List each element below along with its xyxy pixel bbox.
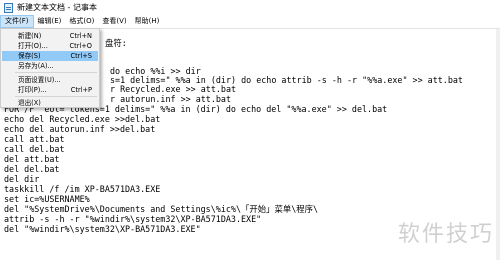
file-menu-dropdown: 新建(N) Ctrl+N 打开(O)... Ctrl+O 保存(S) Ctrl+… xyxy=(0,28,100,108)
menu-item-page-setup[interactable]: 页面设置(U)... xyxy=(2,75,98,85)
menu-item-shortcut xyxy=(92,61,98,71)
menu-file[interactable]: 文件(F) xyxy=(0,15,34,28)
editor-line: del att.bat xyxy=(4,154,60,164)
editor-line: taskkill /f /im XP-BA571DA3.EXE xyxy=(4,184,161,194)
menu-help[interactable]: 帮助(H) xyxy=(131,15,164,28)
menu-item-new[interactable]: 新建(N) Ctrl+N xyxy=(2,31,98,41)
menu-item-label: 另存为(A)... xyxy=(18,62,54,70)
menu-item-shortcut: Ctrl+O xyxy=(69,42,92,50)
editor-line: echo del autorun.inf >>del.bat xyxy=(4,124,156,134)
menu-item-save[interactable]: 保存(S) Ctrl+S xyxy=(2,51,98,61)
menu-view[interactable]: 查看(V) xyxy=(98,15,130,28)
menu-item-shortcut xyxy=(92,75,98,85)
menu-item-label: 页面设置(U)... xyxy=(18,76,61,84)
editor-line: r Recycled.exe >> att.bat xyxy=(110,84,237,94)
menu-item-label: 退出(X) xyxy=(18,99,41,107)
menu-separator xyxy=(15,96,97,97)
watermark: 软件技巧 xyxy=(397,222,494,247)
editor-line: set ic=%USERNAME% xyxy=(4,194,90,204)
menu-item-shortcut: Ctrl+S xyxy=(70,52,92,60)
vertical-scrollbar[interactable] xyxy=(496,29,500,260)
menu-edit[interactable]: 编辑(E) xyxy=(34,15,66,28)
editor-line: del "%windir%\system32\XP-BA571DA3.EXE" xyxy=(4,224,201,234)
menu-item-label: 保存(S) xyxy=(18,52,41,60)
menu-item-shortcut: Ctrl+P xyxy=(70,86,92,94)
menu-item-print[interactable]: 打印(P)... Ctrl+P xyxy=(2,85,98,95)
editor-line: call del.bat xyxy=(4,144,65,154)
menu-item-label: 新建(N) xyxy=(18,32,42,40)
menu-item-shortcut: Ctrl+N xyxy=(69,32,92,40)
menu-item-shortcut xyxy=(92,98,98,108)
notepad-icon xyxy=(4,2,13,13)
menu-item-save-as[interactable]: 另存为(A)... xyxy=(2,61,98,71)
window-title: 新建文本文档 - 记事本 xyxy=(17,3,97,12)
menu-item-label: 打印(P)... xyxy=(18,86,47,94)
editor-line: del dir xyxy=(4,174,40,184)
editor-line: 盘符: xyxy=(105,38,127,48)
editor-line: del "%SystemDrive%\Documents and Setting… xyxy=(4,204,319,214)
menu-format[interactable]: 格式(O) xyxy=(65,15,98,28)
editor-line: del del.bat xyxy=(4,164,60,174)
title-bar: 新建文本文档 - 记事本 xyxy=(0,0,500,15)
editor-line: echo del Recycled.exe >>del.bat xyxy=(4,114,161,124)
menu-item-label: 打开(O)... xyxy=(18,42,48,50)
menu-separator xyxy=(15,72,97,73)
menu-item-open[interactable]: 打开(O)... Ctrl+O xyxy=(2,41,98,51)
editor-line: attrib -s -h -r "%windir%\system32\XP-BA… xyxy=(4,214,262,224)
menu-item-exit[interactable]: 退出(X) xyxy=(2,98,98,108)
menu-bar: 文件(F) 编辑(E) 格式(O) 查看(V) 帮助(H) xyxy=(0,15,500,29)
editor-line: r autorun.inf >> att.bat xyxy=(110,94,232,104)
editor-line: call att.bat xyxy=(4,134,65,144)
